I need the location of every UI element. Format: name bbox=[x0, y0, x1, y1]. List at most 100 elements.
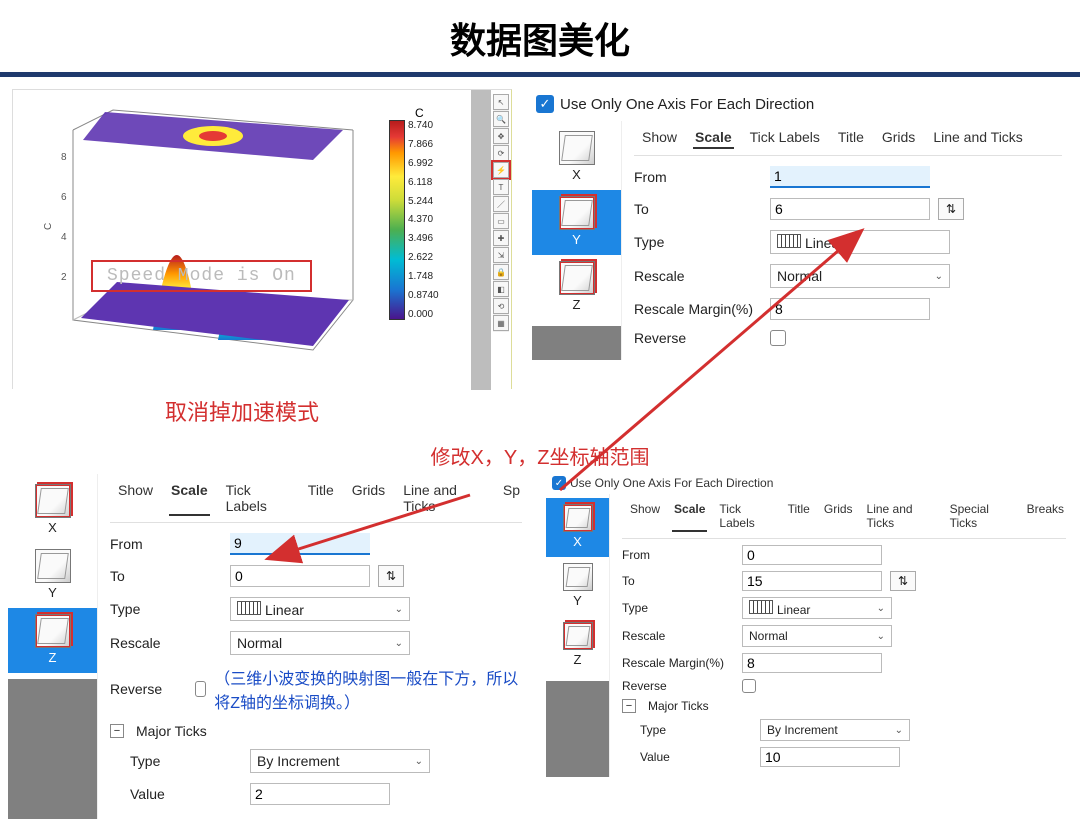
y-margin-input[interactable] bbox=[770, 298, 930, 320]
tab-scale[interactable]: Scale bbox=[693, 127, 734, 149]
svg-text:4: 4 bbox=[61, 232, 67, 243]
x-to-input[interactable] bbox=[742, 571, 882, 591]
colorbar-ticks: 8.7407.866 6.9926.118 5.2444.370 3.4962.… bbox=[408, 120, 439, 320]
vtb-marker-icon[interactable]: ✚ bbox=[493, 230, 509, 246]
z-type-select[interactable]: Linear⌄ bbox=[230, 597, 410, 621]
x-from-input[interactable] bbox=[742, 545, 882, 565]
vtb-line-icon[interactable]: ／ bbox=[493, 196, 509, 212]
tab-special-3[interactable]: Special Ticks bbox=[948, 500, 1015, 532]
inline-note: （三维小波变换的映射图一般在下方，所以将Z轴的坐标调换。） bbox=[214, 665, 522, 713]
vtb-scale-icon[interactable]: ⇲ bbox=[493, 247, 509, 263]
x-mt-value-input[interactable] bbox=[760, 747, 900, 767]
z-rescale-select[interactable]: Normal⌄ bbox=[230, 631, 410, 655]
label-value: Value bbox=[130, 786, 242, 802]
vtb-color-icon[interactable]: ◧ bbox=[493, 281, 509, 297]
colorbar: C 8.7407.866 6.9926.118 5.2444.370 3.496… bbox=[389, 108, 469, 318]
label-from-2: From bbox=[110, 536, 222, 552]
axis-item-x-3[interactable]: X bbox=[546, 498, 609, 557]
swap-to-button-3[interactable]: ⇅ bbox=[890, 571, 916, 591]
one-axis-checkbox-2[interactable]: ✓ bbox=[552, 476, 566, 490]
swap-to-button[interactable]: ⇅ bbox=[938, 198, 964, 220]
tab-tick-labels-3[interactable]: Tick Labels bbox=[717, 500, 775, 532]
tabs-z: Show Scale Tick Labels Title Grids Line … bbox=[110, 476, 522, 523]
caption-modify-axes: 修改X，Y，Z坐标轴范围 bbox=[0, 441, 1080, 470]
y-rescale-select[interactable]: Normal⌄ bbox=[770, 264, 950, 288]
axis-item-y-2[interactable]: Y bbox=[8, 543, 97, 608]
tab-line-ticks[interactable]: Line and Ticks bbox=[931, 127, 1025, 149]
one-axis-checkbox[interactable]: ✓ bbox=[536, 95, 554, 113]
page-title: 数据图美化 bbox=[0, 0, 1080, 72]
axis-item-z-2[interactable]: Z bbox=[8, 608, 97, 673]
x-margin-input[interactable] bbox=[742, 653, 882, 673]
tab-grids-2[interactable]: Grids bbox=[350, 480, 387, 516]
vtb-reset-icon[interactable]: ⟲ bbox=[493, 298, 509, 314]
x-mt-type-select[interactable]: By Increment⌄ bbox=[760, 719, 910, 741]
tab-show[interactable]: Show bbox=[640, 127, 679, 149]
tab-title-2[interactable]: Title bbox=[306, 480, 336, 516]
vtb-grid-icon[interactable]: ▦ bbox=[493, 315, 509, 331]
x-reverse-checkbox[interactable] bbox=[742, 679, 756, 693]
axis-item-z-3[interactable]: Z bbox=[546, 616, 609, 675]
axis-item-x-2[interactable]: X bbox=[8, 478, 97, 543]
colorbar-gradient bbox=[389, 120, 405, 320]
tab-breaks-3[interactable]: Breaks bbox=[1025, 500, 1066, 532]
tab-title-3[interactable]: Title bbox=[786, 500, 812, 532]
z-mt-value-input[interactable] bbox=[250, 783, 390, 805]
label-rescale: Rescale bbox=[634, 268, 762, 284]
label-margin: Rescale Margin(%) bbox=[634, 301, 762, 317]
axis-item-x[interactable]: X bbox=[532, 125, 621, 190]
z-from-input[interactable] bbox=[230, 533, 370, 555]
tab-grids-3[interactable]: Grids bbox=[822, 500, 855, 532]
vtb-zoom-icon[interactable]: 🔍 bbox=[493, 111, 509, 127]
label-mt-type: Type bbox=[130, 753, 242, 769]
svg-text:C: C bbox=[43, 223, 54, 230]
tab-show-3[interactable]: Show bbox=[628, 500, 662, 532]
tab-grids[interactable]: Grids bbox=[880, 127, 917, 149]
major-ticks-expander-2[interactable]: − bbox=[622, 699, 636, 713]
axis-selector-y-panel: X Y Z bbox=[532, 121, 622, 360]
vertical-toolbar: ↖ 🔍 ✥ ⟳ ⚡ T ／ ▭ ✚ ⇲ 🔒 ◧ ⟲ ▦ bbox=[493, 94, 509, 332]
z-reverse-checkbox[interactable] bbox=[195, 681, 207, 697]
y-type-select[interactable]: Linear bbox=[770, 230, 950, 254]
tab-tick-labels[interactable]: Tick Labels bbox=[748, 127, 822, 149]
one-axis-label: Use Only One Axis For Each Direction bbox=[560, 96, 814, 113]
axis-item-y[interactable]: Y bbox=[532, 190, 621, 255]
speed-mode-banner: Speed Mode is On bbox=[91, 260, 312, 292]
label-type-2: Type bbox=[110, 601, 222, 617]
title-divider bbox=[0, 72, 1080, 77]
tab-title[interactable]: Title bbox=[836, 127, 866, 149]
y-from-input[interactable] bbox=[770, 166, 930, 188]
z-mt-type-select[interactable]: By Increment⌄ bbox=[250, 749, 430, 773]
major-ticks-expander[interactable]: − bbox=[110, 724, 124, 738]
plot-3d-wrap[interactable]: 8 6 4 2 C Speed Mode is On C 8.7407.866 … bbox=[12, 89, 512, 389]
tab-tick-labels-2[interactable]: Tick Labels bbox=[224, 480, 292, 516]
vtb-arrow-icon[interactable]: ↖ bbox=[493, 94, 509, 110]
x-type-select[interactable]: Linear⌄ bbox=[742, 597, 892, 619]
vtb-text-icon[interactable]: T bbox=[493, 179, 509, 195]
x-rescale-select[interactable]: Normal⌄ bbox=[742, 625, 892, 647]
tab-line-ticks-3[interactable]: Line and Ticks bbox=[865, 500, 938, 532]
svg-text:6: 6 bbox=[61, 192, 67, 203]
tab-scale-2[interactable]: Scale bbox=[169, 480, 210, 516]
vtb-rect-icon[interactable]: ▭ bbox=[493, 213, 509, 229]
tab-scale-3[interactable]: Scale bbox=[672, 500, 707, 532]
y-reverse-checkbox[interactable] bbox=[770, 330, 786, 346]
tab-sp[interactable]: Sp bbox=[501, 480, 522, 516]
vtb-speed-icon[interactable]: ⚡ bbox=[493, 162, 509, 178]
z-to-input[interactable] bbox=[230, 565, 370, 587]
vtb-pan-icon[interactable]: ✥ bbox=[493, 128, 509, 144]
svg-text:2: 2 bbox=[61, 272, 67, 283]
y-to-input[interactable] bbox=[770, 198, 930, 220]
axis-item-y-3[interactable]: Y bbox=[546, 557, 609, 616]
label-mt-type-2: Type bbox=[640, 723, 752, 737]
label-to-3: To bbox=[622, 574, 734, 588]
tab-show-2[interactable]: Show bbox=[116, 480, 155, 516]
swap-to-button-2[interactable]: ⇅ bbox=[378, 565, 404, 587]
tab-line-ticks-2[interactable]: Line and Ticks bbox=[401, 480, 487, 516]
vtb-lock-icon[interactable]: 🔒 bbox=[493, 264, 509, 280]
axis-selector-z-panel: X Y Z bbox=[8, 474, 98, 819]
axis-item-z[interactable]: Z bbox=[532, 255, 621, 320]
plot-3d-area: 8 6 4 2 C Speed Mode is On C 8.7407.866 … bbox=[12, 89, 522, 427]
one-axis-label-2: Use Only One Axis For Each Direction bbox=[570, 476, 773, 490]
vtb-rotate-icon[interactable]: ⟳ bbox=[493, 145, 509, 161]
